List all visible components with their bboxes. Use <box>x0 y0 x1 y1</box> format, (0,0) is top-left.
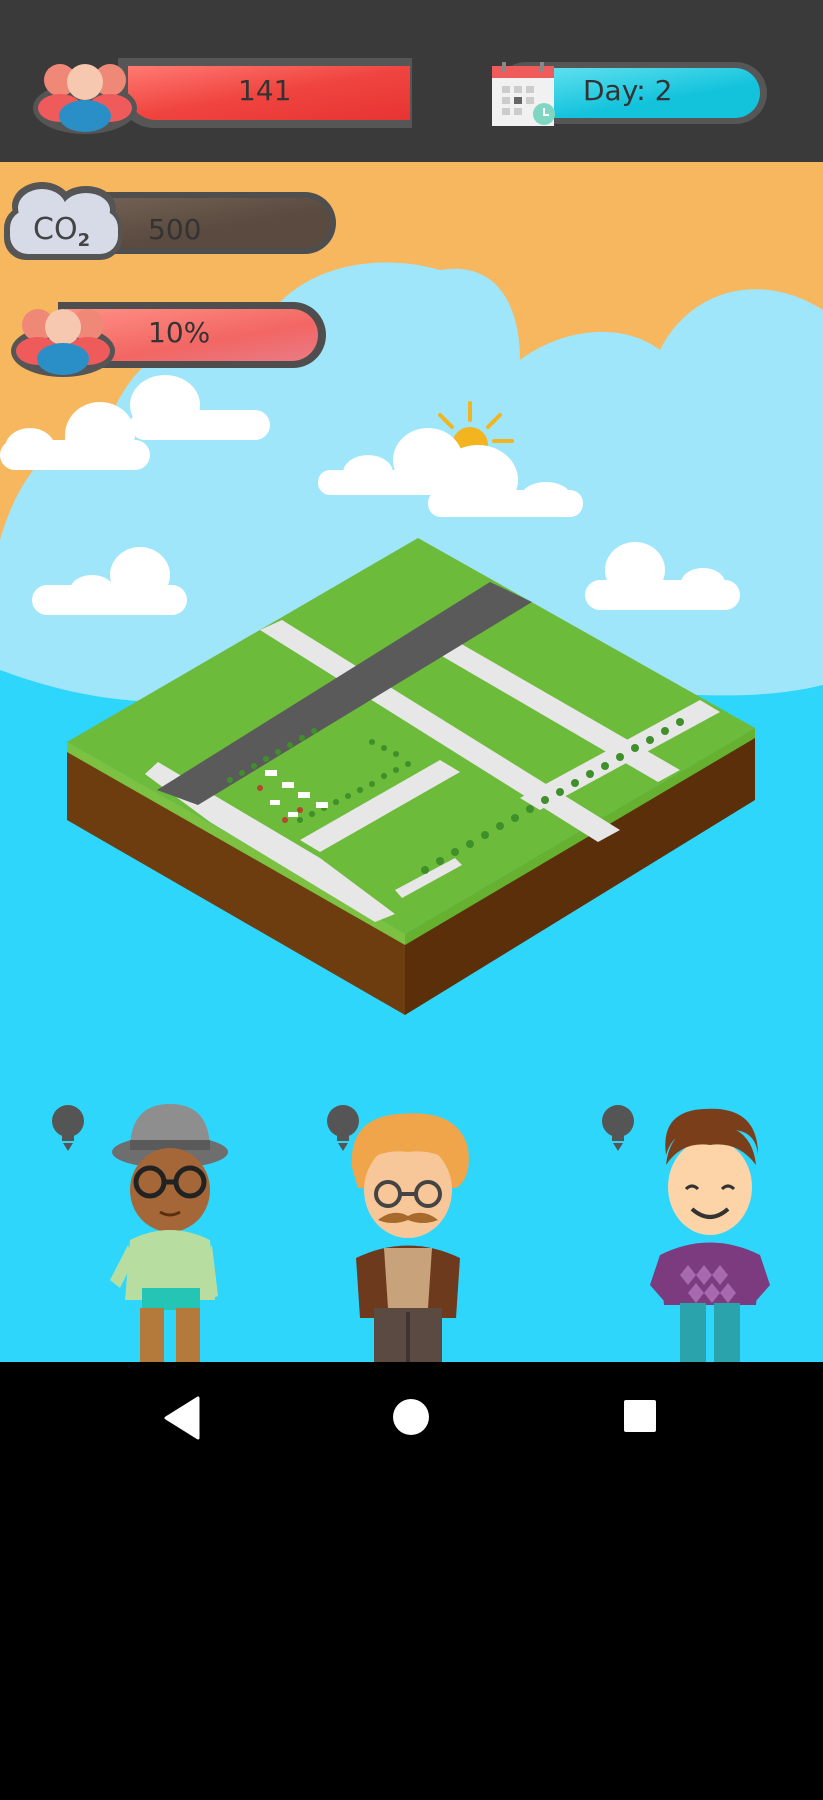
co2-value: 500 <box>148 213 202 246</box>
white-cloud <box>318 428 583 517</box>
population-value: 141 <box>238 74 292 107</box>
city-island[interactable] <box>60 530 760 1020</box>
happiness-value: 10% <box>148 316 211 349</box>
back-button[interactable] <box>158 1752 206 1800</box>
back-button[interactable] <box>160 1394 204 1442</box>
idea-bulb-icon[interactable] <box>598 1103 638 1153</box>
recents-button[interactable] <box>622 1398 658 1434</box>
people-icon <box>33 64 137 134</box>
character-sweater[interactable] <box>640 1105 780 1362</box>
home-button[interactable] <box>391 1397 431 1437</box>
people-icon <box>11 309 115 377</box>
idea-bulb-icon[interactable] <box>48 1103 88 1153</box>
character-hat-glasses[interactable] <box>100 1100 240 1362</box>
day-label: Day: 2 <box>583 74 673 107</box>
white-cloud <box>0 375 270 470</box>
calendar-icon <box>492 62 555 126</box>
character-mustache[interactable] <box>338 1108 478 1362</box>
co2-label: CO2 <box>33 212 91 251</box>
game-stage: 141 Day: 2 500 CO2 10% <box>0 0 823 1362</box>
